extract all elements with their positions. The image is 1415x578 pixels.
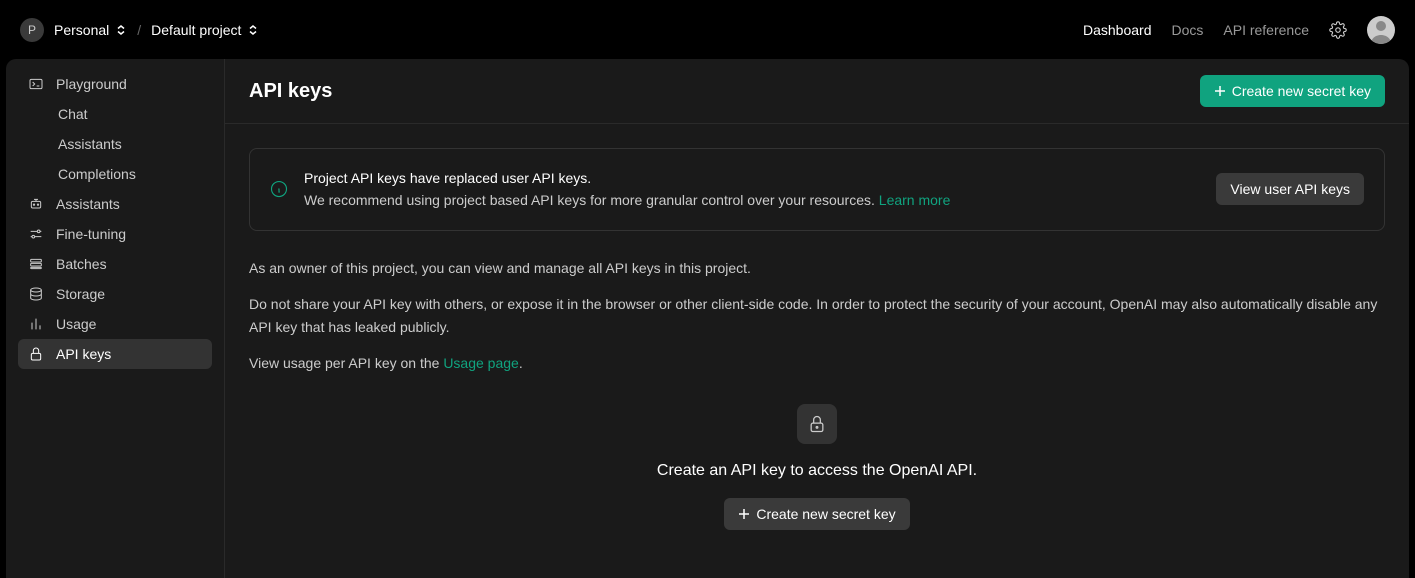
sidebar-label: Completions bbox=[58, 166, 136, 182]
usage-paragraph: View usage per API key on the Usage page… bbox=[249, 352, 1385, 374]
info-icon bbox=[270, 180, 288, 198]
sidebar-item-completions[interactable]: Completions bbox=[18, 159, 212, 189]
info-text: Project API keys have replaced user API … bbox=[304, 167, 1200, 212]
plus-icon bbox=[1214, 85, 1226, 97]
usage-prefix: View usage per API key on the bbox=[249, 355, 443, 371]
sidebar-label: Batches bbox=[56, 256, 107, 272]
project-selector[interactable]: Default project bbox=[151, 22, 259, 38]
sidebar: Playground Chat Assistants Completions A… bbox=[6, 59, 225, 578]
sidebar-label: API keys bbox=[56, 346, 111, 362]
nav-api-reference[interactable]: API reference bbox=[1223, 22, 1309, 38]
usage-suffix: . bbox=[519, 355, 523, 371]
chevron-up-down-icon bbox=[115, 24, 127, 36]
nav-dashboard[interactable]: Dashboard bbox=[1083, 22, 1152, 38]
chart-icon bbox=[28, 316, 44, 332]
sidebar-item-api-keys[interactable]: API keys bbox=[18, 339, 212, 369]
sidebar-item-usage[interactable]: Usage bbox=[18, 309, 212, 339]
header-right: Dashboard Docs API reference bbox=[1083, 16, 1395, 44]
sidebar-label: Storage bbox=[56, 286, 105, 302]
sidebar-label: Chat bbox=[58, 106, 88, 122]
main-layout: Playground Chat Assistants Completions A… bbox=[0, 59, 1415, 578]
sidebar-label: Assistants bbox=[58, 136, 122, 152]
description-paragraph: As an owner of this project, you can vie… bbox=[249, 257, 1385, 279]
sidebar-item-assistants-sub[interactable]: Assistants bbox=[18, 129, 212, 159]
layers-icon bbox=[28, 256, 44, 272]
plus-icon bbox=[738, 508, 750, 520]
content-header: API keys Create new secret key bbox=[225, 59, 1409, 124]
top-header: P Personal / Default project Dashboard D… bbox=[0, 0, 1415, 59]
content-area: API keys Create new secret key Project A… bbox=[225, 59, 1409, 578]
button-label: Create new secret key bbox=[1232, 83, 1371, 99]
sliders-icon bbox=[28, 226, 44, 242]
breadcrumb: P Personal / Default project bbox=[20, 18, 259, 42]
sidebar-label: Assistants bbox=[56, 196, 120, 212]
learn-more-link[interactable]: Learn more bbox=[879, 192, 951, 208]
usage-page-link[interactable]: Usage page bbox=[443, 355, 519, 371]
sidebar-label: Usage bbox=[56, 316, 96, 332]
info-body: We recommend using project based API key… bbox=[304, 192, 879, 208]
nav-docs[interactable]: Docs bbox=[1171, 22, 1203, 38]
button-label: Create new secret key bbox=[756, 506, 895, 522]
org-avatar-letter: P bbox=[28, 23, 36, 37]
page-title: API keys bbox=[249, 80, 332, 103]
user-silhouette-icon bbox=[1367, 16, 1395, 44]
create-secret-key-button[interactable]: Create new secret key bbox=[1200, 75, 1385, 107]
org-avatar: P bbox=[20, 18, 44, 42]
empty-state: Create an API key to access the OpenAI A… bbox=[249, 404, 1385, 530]
info-banner: Project API keys have replaced user API … bbox=[249, 148, 1385, 231]
create-secret-key-button-empty[interactable]: Create new secret key bbox=[724, 498, 909, 530]
empty-icon-box bbox=[797, 404, 837, 444]
sidebar-item-storage[interactable]: Storage bbox=[18, 279, 212, 309]
sidebar-item-playground[interactable]: Playground bbox=[18, 69, 212, 99]
chevron-up-down-icon bbox=[247, 24, 259, 36]
warning-paragraph: Do not share your API key with others, o… bbox=[249, 293, 1385, 338]
org-selector[interactable]: Personal bbox=[54, 22, 127, 38]
content-body: Project API keys have replaced user API … bbox=[225, 124, 1409, 554]
sidebar-item-chat[interactable]: Chat bbox=[18, 99, 212, 129]
sidebar-item-assistants[interactable]: Assistants bbox=[18, 189, 212, 219]
gear-icon[interactable] bbox=[1329, 21, 1347, 39]
sidebar-item-batches[interactable]: Batches bbox=[18, 249, 212, 279]
project-name: Default project bbox=[151, 22, 241, 38]
button-label: View user API keys bbox=[1230, 181, 1350, 197]
breadcrumb-separator: / bbox=[137, 22, 141, 38]
info-title: Project API keys have replaced user API … bbox=[304, 170, 591, 186]
lock-icon bbox=[807, 414, 827, 434]
sidebar-label: Playground bbox=[56, 76, 127, 92]
robot-icon bbox=[28, 196, 44, 212]
empty-state-text: Create an API key to access the OpenAI A… bbox=[657, 462, 977, 480]
org-name: Personal bbox=[54, 22, 109, 38]
database-icon bbox=[28, 286, 44, 302]
sidebar-item-fine-tuning[interactable]: Fine-tuning bbox=[18, 219, 212, 249]
view-user-keys-button[interactable]: View user API keys bbox=[1216, 173, 1364, 205]
terminal-icon bbox=[28, 76, 44, 92]
user-avatar[interactable] bbox=[1367, 16, 1395, 44]
sidebar-label: Fine-tuning bbox=[56, 226, 126, 242]
lock-icon bbox=[28, 346, 44, 362]
